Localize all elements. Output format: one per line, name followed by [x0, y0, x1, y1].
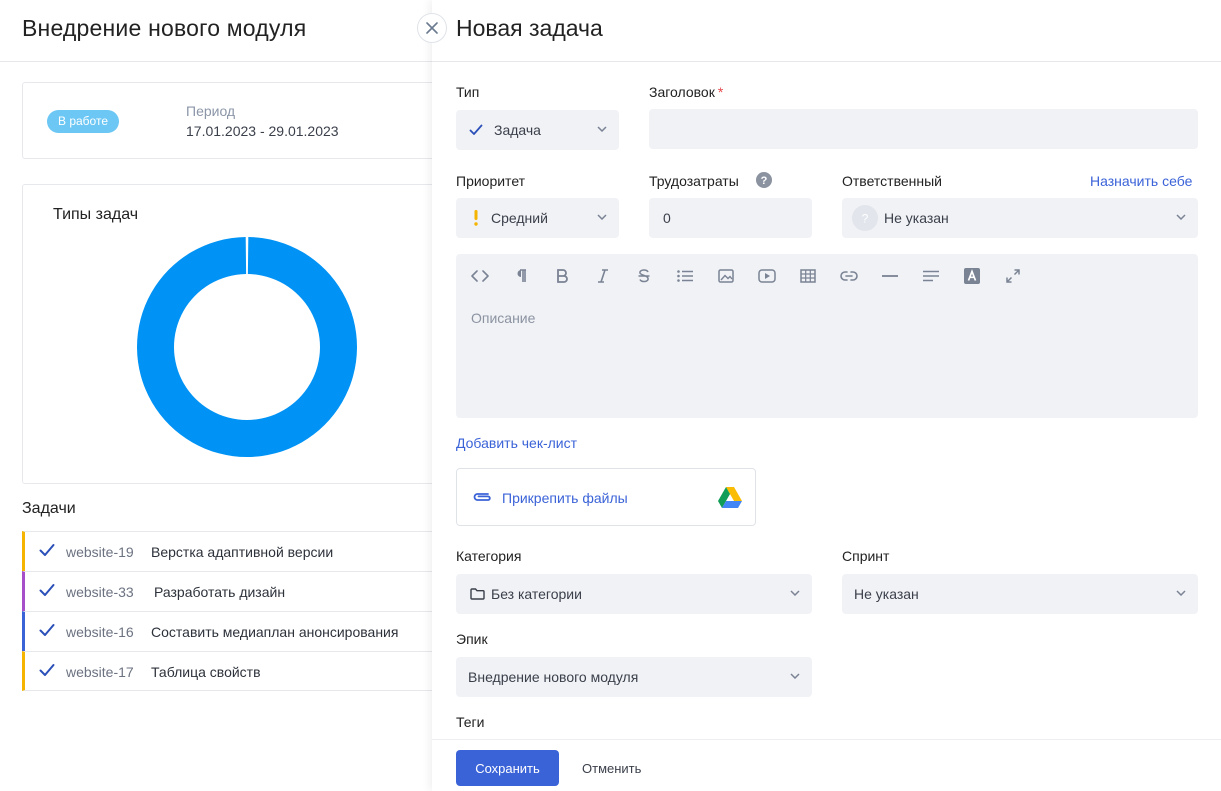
paperclip-icon	[473, 493, 491, 501]
required-mark: *	[717, 84, 724, 100]
video-icon[interactable]	[757, 267, 777, 285]
category-value: Без категории	[491, 586, 582, 602]
epic-select[interactable]: Внедрение нового модуля	[456, 657, 812, 697]
chart-title: Типы задач	[53, 206, 139, 223]
bullet-list-icon[interactable]	[675, 267, 695, 285]
italic-icon[interactable]	[593, 267, 613, 285]
task-code: website-19	[66, 544, 134, 560]
task-code: website-33	[66, 584, 134, 600]
new-task-panel: Новая задача Тип Задача Заголовок * Приор…	[432, 0, 1221, 791]
exclamation-icon	[474, 210, 478, 226]
task-code: website-17	[66, 664, 134, 680]
text-color-icon[interactable]	[962, 267, 982, 285]
task-name[interactable]: Разработать дизайн	[154, 584, 285, 600]
tags-label: Теги	[456, 714, 485, 730]
effort-value: 0	[663, 210, 671, 226]
task-row[interactable]: website-16 Составить медиаплан анонсиров…	[22, 611, 442, 651]
project-page: Внедрение нового модуля В работе Период …	[0, 0, 442, 791]
status-badge[interactable]: В работе	[47, 110, 120, 133]
project-status-card: В работе Период 17.01.2023 - 29.01.2023	[22, 82, 442, 159]
chevron-down-icon	[1176, 214, 1186, 220]
assignee-value: Не указан	[884, 210, 949, 226]
header-divider	[0, 61, 432, 62]
epic-value: Внедрение нового модуля	[468, 669, 639, 685]
project-title: Внедрение нового модуля	[22, 15, 307, 41]
check-icon	[39, 624, 55, 636]
period-label: Период	[186, 103, 236, 119]
task-list: website-19 Верстка адаптивной версии web…	[22, 531, 442, 691]
check-icon	[39, 544, 55, 556]
type-value: Задача	[494, 122, 541, 138]
task-types-card: Типы задач	[22, 184, 442, 484]
sprint-value: Не указан	[854, 586, 919, 602]
cancel-button[interactable]: Отменить	[582, 750, 641, 786]
priority-value: Средний	[491, 210, 548, 226]
period-value: 17.01.2023 - 29.01.2023	[186, 123, 339, 139]
chevron-down-icon	[597, 126, 607, 132]
add-checklist-link[interactable]: Добавить чек-лист	[456, 435, 577, 451]
code-icon[interactable]	[470, 267, 490, 285]
assign-self-link[interactable]: Назначить себе	[1090, 173, 1192, 189]
check-icon	[39, 584, 55, 596]
link-icon[interactable]	[839, 267, 859, 285]
panel-title: Новая задача	[456, 15, 603, 41]
chevron-down-icon	[597, 214, 607, 220]
bold-icon[interactable]	[552, 267, 572, 285]
check-icon	[469, 124, 483, 135]
help-icon[interactable]: ?	[756, 172, 772, 188]
assignee-select[interactable]: ? Не указан	[842, 198, 1198, 238]
task-code: website-16	[66, 624, 134, 640]
chevron-down-icon	[790, 673, 800, 679]
priority-select[interactable]: Средний	[456, 198, 619, 238]
assignee-label: Ответственный	[842, 173, 942, 189]
heading-input[interactable]	[649, 109, 1198, 149]
image-icon[interactable]	[716, 267, 736, 285]
horizontal-rule-icon[interactable]	[880, 267, 900, 285]
avatar-placeholder-icon: ?	[852, 205, 878, 231]
svg-text:?: ?	[862, 212, 869, 226]
strikethrough-icon[interactable]	[634, 267, 654, 285]
tasks-title: Задачи	[22, 500, 76, 517]
save-button[interactable]: Сохранить	[456, 750, 559, 786]
panel-divider	[432, 61, 1221, 62]
description-placeholder: Описание	[471, 310, 536, 326]
chevron-down-icon	[1176, 590, 1186, 596]
epic-label: Эпик	[456, 631, 488, 647]
task-name[interactable]: Верстка адаптивной версии	[151, 544, 333, 560]
attach-files-area[interactable]: Прикрепить файлы	[456, 468, 756, 526]
task-name[interactable]: Таблица свойств	[151, 664, 261, 680]
close-icon	[426, 22, 438, 34]
task-row[interactable]: website-33 Разработать дизайн	[22, 571, 442, 611]
effort-input[interactable]: 0	[649, 198, 812, 238]
task-row[interactable]: website-19 Верстка адаптивной версии	[22, 531, 442, 571]
google-drive-icon[interactable]	[718, 487, 742, 508]
donut-slice[interactable]	[137, 237, 357, 457]
heading-label: Заголовок *	[649, 84, 724, 100]
description-editor[interactable]: Описание	[456, 254, 1198, 418]
task-name[interactable]: Составить медиаплан анонсирования	[151, 624, 398, 640]
priority-label: Приоритет	[456, 173, 526, 189]
check-icon	[39, 664, 55, 676]
sprint-label: Спринт	[842, 548, 890, 564]
table-icon[interactable]	[798, 267, 818, 285]
attach-files-label: Прикрепить файлы	[502, 490, 628, 506]
sprint-select[interactable]: Не указан	[842, 574, 1198, 614]
panel-footer: Сохранить Отменить	[432, 739, 1221, 791]
category-select[interactable]: Без категории	[456, 574, 812, 614]
type-label: Тип	[456, 84, 480, 100]
task-types-donut-chart	[137, 237, 357, 457]
chevron-down-icon	[790, 590, 800, 596]
folder-icon	[470, 588, 485, 600]
close-panel-button[interactable]	[417, 13, 447, 43]
type-select[interactable]: Задача	[456, 110, 619, 150]
svg-text:?: ?	[761, 175, 768, 187]
fullscreen-icon[interactable]	[1003, 267, 1023, 285]
effort-label: Трудозатраты	[649, 173, 739, 189]
align-icon[interactable]	[921, 267, 941, 285]
paragraph-icon[interactable]	[511, 267, 531, 285]
task-row[interactable]: website-17 Таблица свойств	[22, 651, 442, 691]
category-label: Категория	[456, 548, 522, 564]
